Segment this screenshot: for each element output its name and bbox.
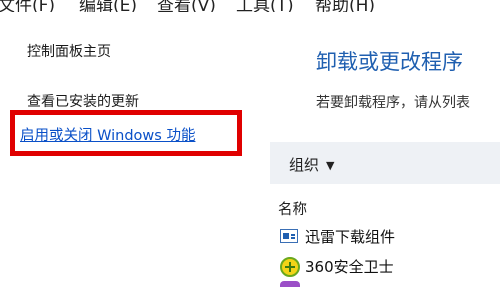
command-toolbar: 组织 ▼ <box>270 142 500 184</box>
menu-view[interactable]: 查看(V) <box>157 0 216 12</box>
organize-label: 组织 <box>289 156 320 174</box>
view-installed-updates-link[interactable]: 查看已安装的更新 <box>27 91 139 111</box>
window-icon <box>280 229 298 243</box>
program-name: 360安全卫士 <box>305 258 394 276</box>
360-shield-icon <box>280 257 300 277</box>
program-icon <box>280 281 300 287</box>
windows-features-link-highlight[interactable]: 启用或关闭 Windows 功能 <box>10 110 242 156</box>
control-panel-home-link[interactable]: 控制面板主页 <box>27 41 111 61</box>
dropdown-arrow-icon: ▼ <box>326 159 335 172</box>
page-title: 卸载或更改程序 <box>316 50 463 74</box>
page-description: 若要卸载程序，请从列表 <box>316 95 470 111</box>
program-name: 迅雷下载组件 <box>305 228 396 246</box>
menu-bar: 文件(F) 编辑(E) 查看(V) 工具(T) 帮助(H) <box>0 0 500 12</box>
organize-button[interactable]: 组织 ▼ <box>289 154 334 175</box>
windows-features-link[interactable]: 启用或关闭 Windows 功能 <box>20 124 195 145</box>
menu-help[interactable]: 帮助(H) <box>315 0 375 12</box>
menu-file[interactable]: 文件(F) <box>0 0 55 12</box>
column-header-name[interactable]: 名称 <box>278 198 307 219</box>
menu-tools[interactable]: 工具(T) <box>236 0 294 12</box>
menu-edit[interactable]: 编辑(E) <box>79 0 137 12</box>
